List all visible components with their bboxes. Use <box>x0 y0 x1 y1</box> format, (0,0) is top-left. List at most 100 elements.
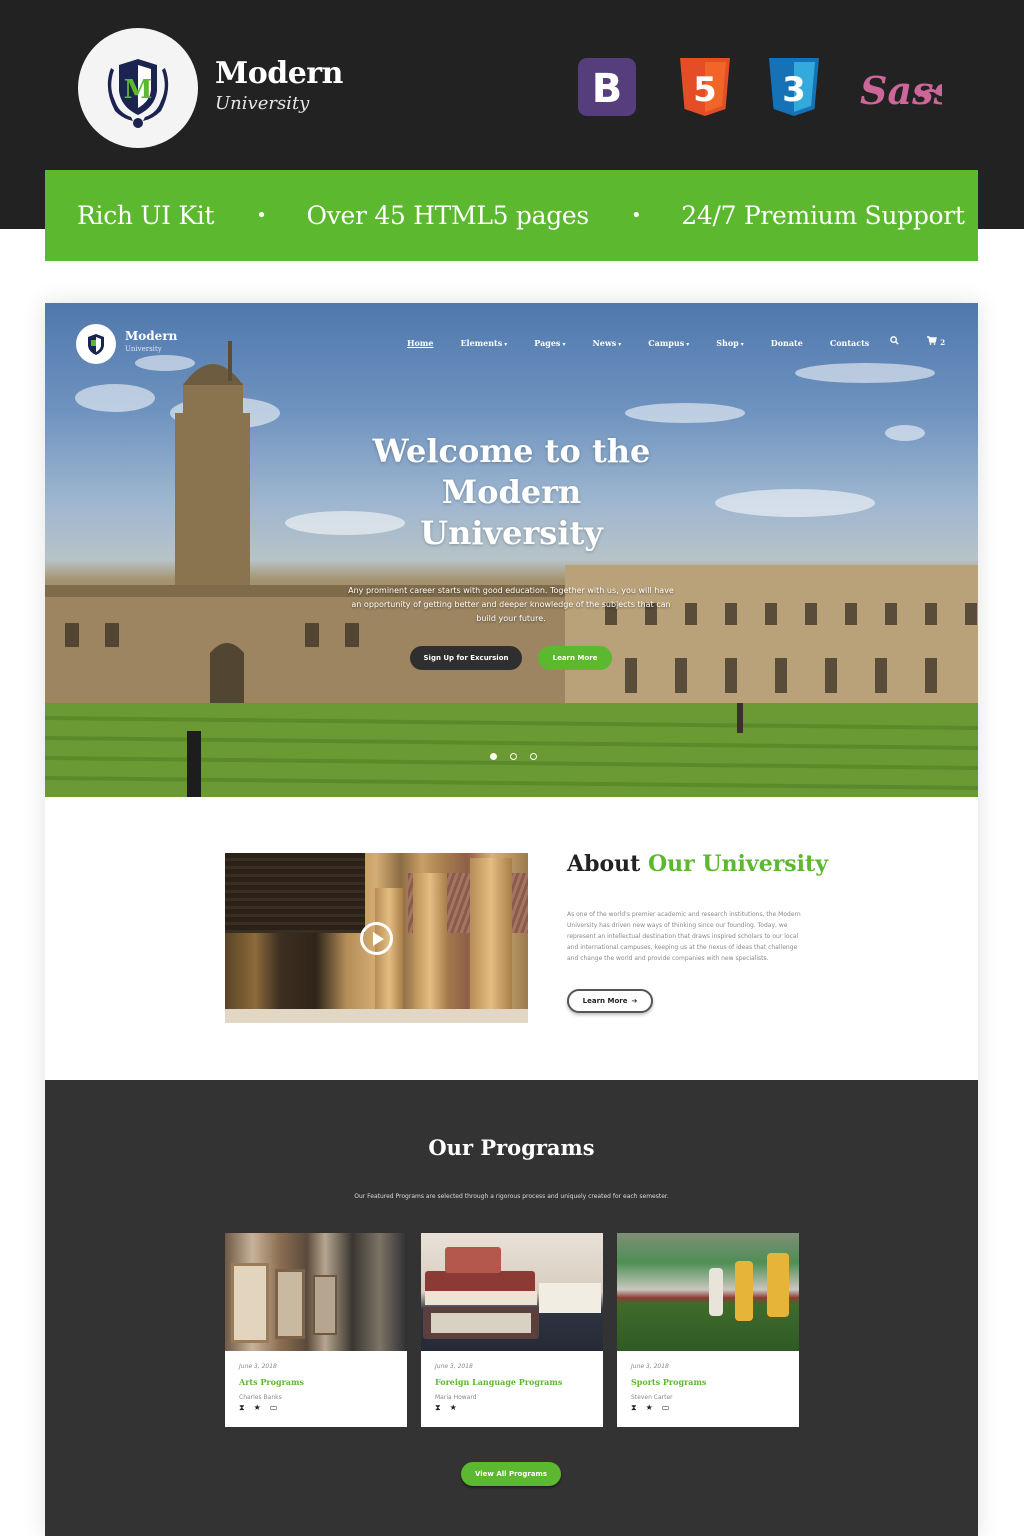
chevron-down-icon: ▾ <box>740 341 744 348</box>
cart-icon[interactable]: 2 <box>927 336 945 348</box>
program-author: Maria Howard <box>435 1394 477 1401</box>
nav-label: Elements <box>460 338 503 348</box>
program-date: June 3, 2018 <box>435 1363 473 1370</box>
hero-description: Any prominent career starts with good ed… <box>348 586 674 623</box>
about-title: About Our University <box>567 851 828 877</box>
slide-dot-2[interactable] <box>510 753 517 760</box>
search-icon[interactable] <box>890 336 899 348</box>
program-image-arts <box>225 1233 407 1351</box>
hero-section: Modern University Home Elements ▾ Pages ▾ … <box>45 303 978 797</box>
program-card[interactable]: June 3, 2018 Sports Programs Steven Cart… <box>617 1233 799 1427</box>
signup-excursion-button[interactable]: Sign Up for Excursion <box>410 646 522 670</box>
svg-text:5: 5 <box>693 70 717 110</box>
hero-title-line: University <box>420 514 603 552</box>
nav-logo[interactable] <box>76 324 116 364</box>
nav-label: Campus <box>648 338 685 348</box>
program-card[interactable]: June 3, 2018 Foreign Language Programs M… <box>421 1233 603 1427</box>
program-meta-icons: ⧗ ★ <box>435 1403 457 1413</box>
program-meta-icons: ⧗ ★ ▭ <box>631 1403 669 1413</box>
program-name-link[interactable]: Arts Programs <box>239 1377 304 1387</box>
slide-dot-3[interactable] <box>530 753 537 760</box>
nav-label: Contacts <box>829 338 870 348</box>
main-navigation: Home Elements ▾ Pages ▾ News ▾ Campus ▾ Shop… <box>407 338 896 348</box>
about-description: As one of the world's premier academic a… <box>567 911 801 962</box>
program-date: June 3, 2018 <box>631 1363 669 1370</box>
program-date: June 3, 2018 <box>239 1363 277 1370</box>
html5-icon: 5 <box>680 58 730 120</box>
brand-subtitle: University <box>215 93 310 114</box>
about-title-plain: About <box>567 851 641 877</box>
hero-title-line: Welcome to the <box>372 432 651 470</box>
chevron-down-icon: ▾ <box>504 341 508 348</box>
about-title-accent: Our University <box>647 851 828 877</box>
hourglass-icon: ⧗ <box>239 1403 245 1412</box>
button-label: Learn More <box>582 997 628 1005</box>
nav-item-shop[interactable]: Shop ▾ <box>716 338 744 348</box>
separator-dot: • <box>630 205 642 226</box>
bootstrap-icon: B <box>578 58 636 120</box>
program-name-link[interactable]: Sports Programs <box>631 1377 706 1387</box>
nav-item-campus[interactable]: Campus ▾ <box>648 338 689 348</box>
ceiling-decor <box>225 853 365 933</box>
nav-label: Pages <box>534 338 561 348</box>
program-meta-icons: ⧗ ★ ▭ <box>239 1403 277 1413</box>
feature-item: Over 45 HTML5 pages <box>306 201 590 230</box>
nav-item-news[interactable]: News ▾ <box>592 338 621 348</box>
floor-decor <box>225 1009 528 1023</box>
star-icon: ★ <box>449 1403 457 1412</box>
slide-dot-1[interactable] <box>490 753 497 760</box>
css3-icon: 3 <box>769 58 819 120</box>
svg-text:M: M <box>124 75 153 105</box>
chevron-down-icon: ▾ <box>562 341 566 348</box>
separator-dot: • <box>256 205 267 226</box>
website-preview: Modern University Home Elements ▾ Pages ▾ … <box>45 303 978 1536</box>
nav-item-pages[interactable]: Pages ▾ <box>534 338 565 348</box>
nav-brand-name: Modern <box>125 329 178 343</box>
feature-item: 24/7 Premium Support <box>681 201 965 230</box>
brand-name: Modern <box>215 56 343 91</box>
star-icon: ★ <box>253 1403 261 1412</box>
column-decor <box>413 873 447 1009</box>
programs-subtitle: Our Featured Programs are selected throu… <box>354 1193 669 1200</box>
program-name-link[interactable]: Foreign Language Programs <box>435 1377 562 1387</box>
hero-title: Welcome to the Modern University <box>45 431 978 554</box>
nav-label: News <box>592 338 617 348</box>
nav-label: Donate <box>770 338 803 348</box>
nav-item-elements[interactable]: Elements ▾ <box>460 338 507 348</box>
svg-text:B: B <box>592 66 623 112</box>
view-all-programs-button[interactable]: View All Programs <box>461 1462 561 1486</box>
nav-label: Home <box>407 338 434 348</box>
crest-icon: M <box>107 59 169 128</box>
svg-text:3: 3 <box>782 70 806 110</box>
program-image-sports <box>617 1233 799 1351</box>
sass-icon: Sass <box>858 56 955 122</box>
program-card[interactable]: June 3, 2018 Arts Programs Charles Banks… <box>225 1233 407 1427</box>
program-author: Charles Banks <box>239 1394 282 1401</box>
programs-title: Our Programs <box>428 1135 595 1160</box>
about-learn-more-button[interactable]: Learn More ➔ <box>567 989 653 1013</box>
cart-count: 2 <box>940 338 946 347</box>
program-author: Steven Carter <box>631 1394 673 1401</box>
features-banner: Rich UI Kit • Over 45 HTML5 pages • 24/7… <box>45 170 978 261</box>
chevron-down-icon: ▾ <box>618 341 622 348</box>
program-image-foreign-language <box>421 1233 603 1351</box>
star-icon: ★ <box>645 1403 653 1412</box>
nav-item-contacts[interactable]: Contacts <box>830 338 869 348</box>
chevron-down-icon: ▾ <box>686 341 690 348</box>
column-decor <box>470 858 512 1009</box>
about-video-thumbnail[interactable] <box>225 853 528 1023</box>
laptop-icon: ▭ <box>269 1403 278 1412</box>
laptop-icon: ▭ <box>661 1403 670 1412</box>
hero-learn-more-button[interactable]: Learn More <box>538 646 612 670</box>
nav-item-home[interactable]: Home <box>407 338 433 348</box>
feature-item: Rich UI Kit <box>77 201 215 230</box>
nav-label: Shop <box>716 338 739 348</box>
crest-icon <box>88 334 104 355</box>
play-icon[interactable] <box>360 922 393 955</box>
slider-pagination <box>490 753 537 760</box>
nav-item-donate[interactable]: Donate <box>771 338 803 348</box>
hourglass-icon: ⧗ <box>631 1403 637 1412</box>
arrow-right-icon: ➔ <box>631 997 638 1005</box>
hero-title-line: Modern <box>441 473 582 511</box>
hourglass-icon: ⧗ <box>435 1403 441 1412</box>
